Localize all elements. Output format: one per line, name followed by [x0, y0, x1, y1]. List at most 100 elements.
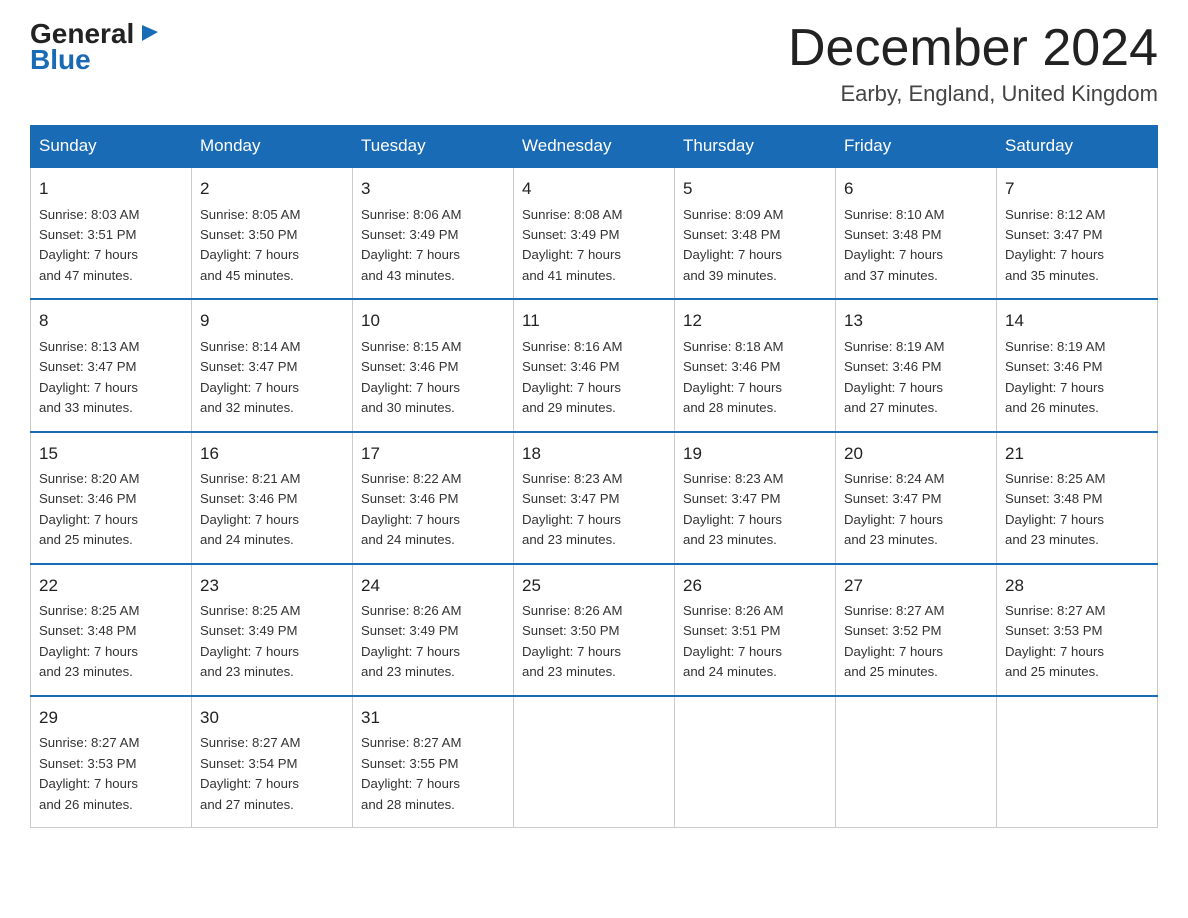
day-number: 13 [844, 308, 988, 334]
day-number: 3 [361, 176, 505, 202]
day-cell-17: 17Sunrise: 8:22 AM Sunset: 3:46 PM Dayli… [353, 432, 514, 564]
day-cell-24: 24Sunrise: 8:26 AM Sunset: 3:49 PM Dayli… [353, 564, 514, 696]
day-number: 26 [683, 573, 827, 599]
day-info: Sunrise: 8:22 AM Sunset: 3:46 PM Dayligh… [361, 469, 505, 551]
column-header-saturday: Saturday [997, 126, 1158, 168]
day-number: 16 [200, 441, 344, 467]
day-info: Sunrise: 8:12 AM Sunset: 3:47 PM Dayligh… [1005, 205, 1149, 287]
week-row-1: 1 Sunrise: 8:03 AM Sunset: 3:51 PM Daylig… [31, 167, 1158, 299]
day-number: 9 [200, 308, 344, 334]
day-number: 11 [522, 308, 666, 334]
day-cell-19: 19Sunrise: 8:23 AM Sunset: 3:47 PM Dayli… [675, 432, 836, 564]
day-info: Sunrise: 8:09 AM Sunset: 3:48 PM Dayligh… [683, 205, 827, 287]
day-cell-28: 28Sunrise: 8:27 AM Sunset: 3:53 PM Dayli… [997, 564, 1158, 696]
empty-cell [514, 696, 675, 828]
day-cell-3: 3 Sunrise: 8:06 AM Sunset: 3:49 PM Daylig… [353, 167, 514, 299]
day-number: 18 [522, 441, 666, 467]
day-number: 29 [39, 705, 183, 731]
day-info: Sunrise: 8:06 AM Sunset: 3:49 PM Dayligh… [361, 205, 505, 287]
day-cell-22: 22Sunrise: 8:25 AM Sunset: 3:48 PM Dayli… [31, 564, 192, 696]
column-header-friday: Friday [836, 126, 997, 168]
day-info: Sunrise: 8:10 AM Sunset: 3:48 PM Dayligh… [844, 205, 988, 287]
day-number: 19 [683, 441, 827, 467]
week-row-3: 15Sunrise: 8:20 AM Sunset: 3:46 PM Dayli… [31, 432, 1158, 564]
day-number: 12 [683, 308, 827, 334]
day-info: Sunrise: 8:27 AM Sunset: 3:53 PM Dayligh… [39, 733, 183, 815]
day-info: Sunrise: 8:08 AM Sunset: 3:49 PM Dayligh… [522, 205, 666, 287]
day-info: Sunrise: 8:25 AM Sunset: 3:48 PM Dayligh… [39, 601, 183, 683]
logo-triangle-icon [138, 21, 160, 43]
column-header-wednesday: Wednesday [514, 126, 675, 168]
day-info: Sunrise: 8:03 AM Sunset: 3:51 PM Dayligh… [39, 205, 183, 287]
day-number: 22 [39, 573, 183, 599]
column-header-tuesday: Tuesday [353, 126, 514, 168]
day-info: Sunrise: 8:19 AM Sunset: 3:46 PM Dayligh… [1005, 337, 1149, 419]
day-info: Sunrise: 8:16 AM Sunset: 3:46 PM Dayligh… [522, 337, 666, 419]
day-cell-30: 30Sunrise: 8:27 AM Sunset: 3:54 PM Dayli… [192, 696, 353, 828]
day-cell-1: 1 Sunrise: 8:03 AM Sunset: 3:51 PM Daylig… [31, 167, 192, 299]
day-info: Sunrise: 8:27 AM Sunset: 3:53 PM Dayligh… [1005, 601, 1149, 683]
day-number: 1 [39, 176, 183, 202]
day-cell-16: 16Sunrise: 8:21 AM Sunset: 3:46 PM Dayli… [192, 432, 353, 564]
day-number: 14 [1005, 308, 1149, 334]
day-cell-15: 15Sunrise: 8:20 AM Sunset: 3:46 PM Dayli… [31, 432, 192, 564]
day-info: Sunrise: 8:26 AM Sunset: 3:51 PM Dayligh… [683, 601, 827, 683]
day-info: Sunrise: 8:27 AM Sunset: 3:52 PM Dayligh… [844, 601, 988, 683]
empty-cell [997, 696, 1158, 828]
column-header-thursday: Thursday [675, 126, 836, 168]
day-cell-29: 29Sunrise: 8:27 AM Sunset: 3:53 PM Dayli… [31, 696, 192, 828]
week-row-2: 8Sunrise: 8:13 AM Sunset: 3:47 PM Daylig… [31, 299, 1158, 431]
day-info: Sunrise: 8:25 AM Sunset: 3:48 PM Dayligh… [1005, 469, 1149, 551]
day-info: Sunrise: 8:15 AM Sunset: 3:46 PM Dayligh… [361, 337, 505, 419]
month-title: December 2024 [788, 20, 1158, 77]
day-number: 31 [361, 705, 505, 731]
day-number: 15 [39, 441, 183, 467]
day-number: 6 [844, 176, 988, 202]
column-header-sunday: Sunday [31, 126, 192, 168]
day-cell-11: 11 Sunrise: 8:16 AM Sunset: 3:46 PM Dayli… [514, 299, 675, 431]
page-header: General Blue December 2024 Earby, Englan… [30, 20, 1158, 107]
logo: General Blue [30, 20, 160, 76]
day-cell-14: 14 Sunrise: 8:19 AM Sunset: 3:46 PM Dayli… [997, 299, 1158, 431]
week-row-4: 22Sunrise: 8:25 AM Sunset: 3:48 PM Dayli… [31, 564, 1158, 696]
week-row-5: 29Sunrise: 8:27 AM Sunset: 3:53 PM Dayli… [31, 696, 1158, 828]
day-number: 2 [200, 176, 344, 202]
day-number: 20 [844, 441, 988, 467]
empty-cell [675, 696, 836, 828]
day-number: 30 [200, 705, 344, 731]
day-info: Sunrise: 8:05 AM Sunset: 3:50 PM Dayligh… [200, 205, 344, 287]
day-cell-27: 27Sunrise: 8:27 AM Sunset: 3:52 PM Dayli… [836, 564, 997, 696]
day-cell-5: 5 Sunrise: 8:09 AM Sunset: 3:48 PM Daylig… [675, 167, 836, 299]
day-info: Sunrise: 8:23 AM Sunset: 3:47 PM Dayligh… [522, 469, 666, 551]
day-info: Sunrise: 8:26 AM Sunset: 3:50 PM Dayligh… [522, 601, 666, 683]
day-info: Sunrise: 8:26 AM Sunset: 3:49 PM Dayligh… [361, 601, 505, 683]
day-cell-9: 9Sunrise: 8:14 AM Sunset: 3:47 PM Daylig… [192, 299, 353, 431]
day-number: 23 [200, 573, 344, 599]
day-info: Sunrise: 8:20 AM Sunset: 3:46 PM Dayligh… [39, 469, 183, 551]
day-info: Sunrise: 8:24 AM Sunset: 3:47 PM Dayligh… [844, 469, 988, 551]
day-cell-13: 13Sunrise: 8:19 AM Sunset: 3:46 PM Dayli… [836, 299, 997, 431]
day-number: 21 [1005, 441, 1149, 467]
day-cell-7: 7 Sunrise: 8:12 AM Sunset: 3:47 PM Daylig… [997, 167, 1158, 299]
day-number: 5 [683, 176, 827, 202]
day-info: Sunrise: 8:25 AM Sunset: 3:49 PM Dayligh… [200, 601, 344, 683]
day-cell-6: 6 Sunrise: 8:10 AM Sunset: 3:48 PM Daylig… [836, 167, 997, 299]
calendar-table: SundayMondayTuesdayWednesdayThursdayFrid… [30, 125, 1158, 828]
day-number: 17 [361, 441, 505, 467]
column-header-monday: Monday [192, 126, 353, 168]
logo-blue-text: Blue [30, 44, 91, 76]
day-cell-20: 20Sunrise: 8:24 AM Sunset: 3:47 PM Dayli… [836, 432, 997, 564]
day-cell-8: 8Sunrise: 8:13 AM Sunset: 3:47 PM Daylig… [31, 299, 192, 431]
day-cell-2: 2 Sunrise: 8:05 AM Sunset: 3:50 PM Daylig… [192, 167, 353, 299]
day-cell-18: 18Sunrise: 8:23 AM Sunset: 3:47 PM Dayli… [514, 432, 675, 564]
day-info: Sunrise: 8:23 AM Sunset: 3:47 PM Dayligh… [683, 469, 827, 551]
day-cell-26: 26Sunrise: 8:26 AM Sunset: 3:51 PM Dayli… [675, 564, 836, 696]
title-section: December 2024 Earby, England, United Kin… [788, 20, 1158, 107]
day-cell-12: 12Sunrise: 8:18 AM Sunset: 3:46 PM Dayli… [675, 299, 836, 431]
day-number: 7 [1005, 176, 1149, 202]
day-cell-21: 21Sunrise: 8:25 AM Sunset: 3:48 PM Dayli… [997, 432, 1158, 564]
day-cell-25: 25Sunrise: 8:26 AM Sunset: 3:50 PM Dayli… [514, 564, 675, 696]
day-info: Sunrise: 8:21 AM Sunset: 3:46 PM Dayligh… [200, 469, 344, 551]
location: Earby, England, United Kingdom [788, 81, 1158, 107]
day-number: 4 [522, 176, 666, 202]
